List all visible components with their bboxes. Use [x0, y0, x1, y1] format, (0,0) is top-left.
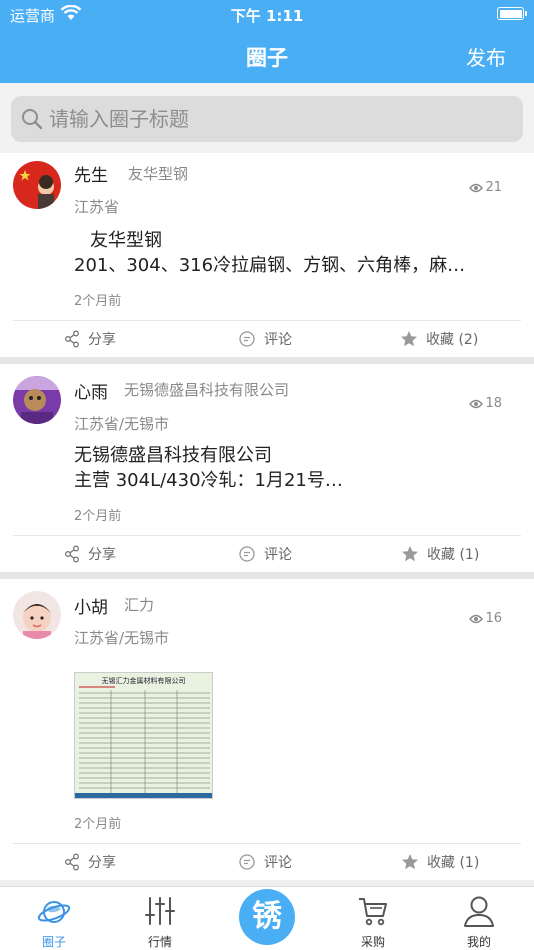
card-separator	[0, 572, 534, 579]
clock: 下午 1:11	[230, 7, 304, 25]
view-count-value: 18	[485, 396, 502, 411]
search-input[interactable]	[49, 96, 509, 142]
favorite-button[interactable]: 收藏 (2)	[400, 329, 478, 349]
company-name: 无锡德盛昌科技有限公司	[124, 381, 290, 399]
center-logo-button[interactable]: 锈	[239, 889, 295, 945]
share-label: 分享	[88, 855, 116, 871]
favorite-label: 收藏 (1)	[427, 547, 480, 563]
battery-icon	[497, 7, 527, 20]
company-name: 友华型钢	[128, 165, 189, 183]
comment-label: 评论	[264, 547, 292, 563]
tab-label: 圈子	[41, 935, 66, 949]
favorite-button[interactable]: 收藏 (1)	[401, 544, 479, 564]
post-time: 2个月前	[74, 294, 122, 309]
comment-button[interactable]: 评论	[238, 544, 292, 564]
comment-icon	[239, 854, 255, 870]
share-label: 分享	[88, 332, 116, 348]
share-button[interactable]: 分享	[64, 544, 116, 564]
share-icon	[65, 545, 79, 563]
comment-button[interactable]: 评论	[238, 329, 292, 349]
favorite-label: 收藏 (2)	[426, 332, 479, 348]
search-box[interactable]	[11, 96, 523, 142]
comment-icon	[239, 546, 255, 562]
view-count-value: 21	[485, 180, 502, 195]
divider	[13, 320, 521, 321]
planet-icon	[37, 895, 71, 933]
post-image[interactable]: 无锡汇力金属材料有限公司	[74, 672, 213, 799]
share-icon	[65, 853, 79, 871]
post-card[interactable]: 先生 友华型钢 江苏省 21 友华型钢 201、304、316冷拉扁钢、方钢、六…	[0, 153, 534, 357]
user-name[interactable]: 小胡	[74, 593, 108, 618]
user-name[interactable]: 心雨	[74, 378, 108, 403]
tab-circle[interactable]: 圈子	[14, 887, 94, 950]
divider	[13, 535, 521, 536]
post-content-line[interactable]: 友华型钢	[74, 228, 490, 254]
share-button[interactable]: 分享	[64, 852, 116, 872]
post-card[interactable]: 心雨 无锡德盛昌科技有限公司 江苏省/无锡市 18 无锡德盛昌科技有限公司 主营…	[0, 364, 534, 572]
view-count: 18	[469, 396, 502, 411]
comment-label: 评论	[264, 332, 292, 348]
top-bar: 运营商 下午 1:11 圈子 发布	[0, 0, 534, 83]
post-time: 2个月前	[74, 509, 122, 524]
page-title: 圈子	[246, 46, 288, 70]
post-content-line[interactable]: 201、304、316冷拉扁钢、方钢、六角棒，麻…	[74, 253, 506, 279]
tab-label: 我的	[466, 935, 491, 949]
share-label: 分享	[88, 547, 116, 563]
card-separator	[0, 357, 534, 364]
tab-purchase[interactable]: 采购	[333, 887, 413, 950]
share-button[interactable]: 分享	[64, 329, 116, 349]
region-label: 江苏省/无锡市	[74, 629, 170, 647]
comment-icon	[239, 331, 255, 347]
view-count-value: 16	[485, 611, 502, 626]
avatar[interactable]	[13, 161, 61, 209]
star-icon	[401, 331, 417, 347]
publish-button[interactable]: 发布	[466, 42, 506, 71]
tab-profile[interactable]: 我的	[439, 887, 519, 950]
star-icon	[402, 546, 418, 562]
eye-icon	[469, 399, 484, 409]
tab-label: 行情	[147, 935, 172, 949]
comment-button[interactable]: 评论	[238, 852, 292, 872]
avatar[interactable]	[13, 591, 61, 639]
share-icon	[65, 330, 79, 348]
region-label: 江苏省/无锡市	[74, 415, 170, 433]
cart-icon	[357, 895, 389, 931]
sliders-icon	[144, 895, 176, 931]
tab-bar: 圈子 行情 锈 采购 我的	[0, 886, 534, 950]
search-icon	[21, 108, 43, 134]
favorite-button[interactable]: 收藏 (1)	[401, 852, 479, 872]
comment-label: 评论	[264, 855, 292, 871]
post-content-line[interactable]: 无锡德盛昌科技有限公司	[74, 443, 506, 469]
tab-label: 采购	[360, 935, 385, 949]
star-icon	[402, 854, 418, 870]
user-icon	[462, 894, 496, 932]
view-count: 21	[469, 180, 502, 195]
user-name[interactable]: 先生	[74, 161, 108, 186]
post-card[interactable]: 小胡 汇力 江苏省/无锡市 16 无锡汇力金属材料有限公司 2个月前 分享 评论…	[0, 579, 534, 880]
avatar[interactable]	[13, 376, 61, 424]
view-count: 16	[469, 611, 502, 626]
search-area	[0, 83, 534, 153]
image-table-rows	[75, 686, 212, 798]
divider	[13, 843, 521, 844]
post-time: 2个月前	[74, 817, 122, 832]
eye-icon	[469, 614, 484, 624]
status-bar: 运营商 下午 1:11	[0, 0, 534, 30]
favorite-label: 收藏 (1)	[427, 855, 480, 871]
eye-icon	[469, 183, 484, 193]
post-content-line[interactable]: 主营 304L/430冷轧：1月21号…	[74, 468, 506, 494]
region-label: 江苏省	[74, 198, 120, 216]
company-name: 汇力	[124, 596, 155, 614]
tab-market[interactable]: 行情	[120, 887, 200, 950]
